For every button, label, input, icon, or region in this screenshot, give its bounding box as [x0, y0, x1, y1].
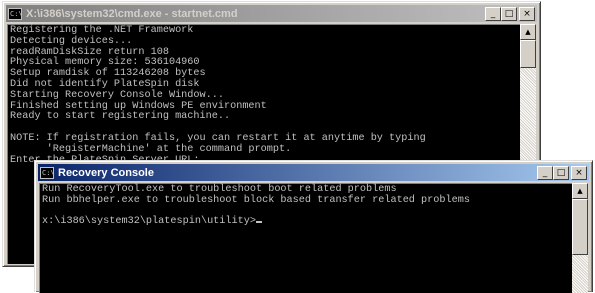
minimize-button[interactable]: _: [537, 165, 553, 180]
cmd-titlebar[interactable]: C:\ X:\i386\system32\cmd.exe - startnet.…: [6, 5, 537, 22]
console-icon: C:\: [40, 166, 54, 179]
console-line: Ready to start registering machine..: [10, 111, 231, 123]
console-line: Finished setting up Windows PE environme…: [10, 100, 267, 112]
console-line: Registering the .NET Framework: [10, 25, 194, 36]
scroll-thumb[interactable]: [572, 199, 588, 255]
cmd-console-output: Registering the .NET Framework Detecting…: [10, 25, 426, 166]
console-line: Physical memory size: 536104960: [10, 57, 200, 69]
console-line: Setup ramdisk of 113246208 bytes: [10, 68, 206, 80]
console-line: Did not identify PlateSpin disk: [10, 78, 200, 90]
recovery-console-output: Run RecoveryTool.exe to troubleshoot boo…: [42, 184, 470, 228]
scroll-thumb[interactable]: [520, 40, 536, 68]
recovery-titlebar[interactable]: C:\ Recovery Console _ □ ×: [38, 164, 589, 181]
console-line: NOTE: If registration fails, you can res…: [10, 132, 426, 144]
console-line: Run bbhelper.exe to troubleshoot block b…: [42, 194, 470, 206]
console-line: 'RegisterMachine' at the command prompt.: [10, 143, 292, 155]
scroll-up-button[interactable]: ▲: [572, 183, 588, 199]
console-line: x:\i386\system32\platespin\utility>: [42, 216, 256, 228]
console-line: readRamDiskSize return 108: [10, 46, 169, 58]
recovery-console-window[interactable]: C:\ Recovery Console _ □ × Run RecoveryT…: [34, 160, 593, 293]
recovery-vertical-scrollbar[interactable]: ▲: [572, 183, 588, 293]
console-line: Starting Recovery Console Window...: [10, 89, 224, 101]
console-line: Run RecoveryTool.exe to troubleshoot boo…: [42, 184, 397, 195]
close-button[interactable]: ×: [519, 6, 535, 21]
maximize-button[interactable]: □: [501, 6, 517, 21]
console-icon: C:\: [8, 7, 22, 20]
recovery-window-title: Recovery Console: [58, 166, 154, 179]
scroll-up-button[interactable]: ▲: [520, 24, 536, 40]
console-line: Detecting devices...: [10, 35, 133, 47]
text-cursor: [255, 221, 262, 224]
cmd-window-title: X:\i386\system32\cmd.exe - startnet.cmd: [26, 7, 238, 20]
maximize-button[interactable]: □: [553, 165, 569, 180]
recovery-console-area[interactable]: Run RecoveryTool.exe to troubleshoot boo…: [39, 183, 572, 293]
close-button[interactable]: ×: [571, 165, 587, 180]
minimize-button[interactable]: _: [485, 6, 501, 21]
